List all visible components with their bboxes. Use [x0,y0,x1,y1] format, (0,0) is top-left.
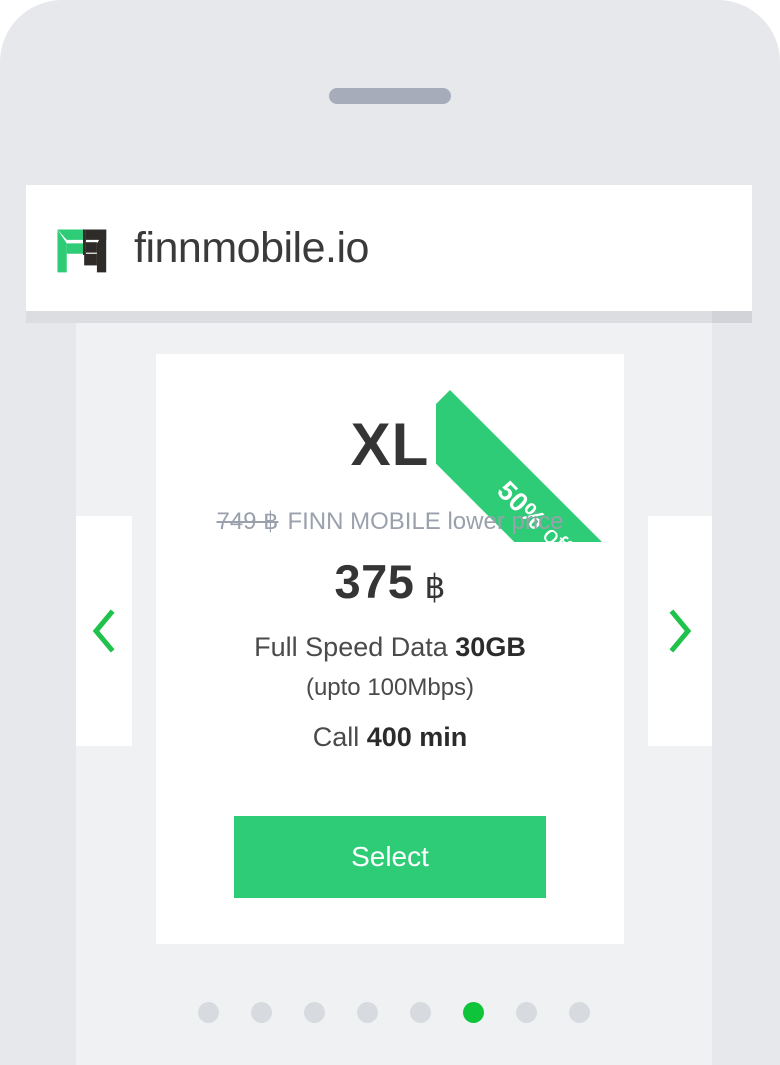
pagination-dot[interactable] [569,1002,590,1023]
plan-title: XL [350,411,430,478]
pagination-dot-active[interactable] [463,1002,484,1023]
data-allowance-value: 30GB [455,632,526,662]
site-header: finnmobile.io [26,185,752,311]
call-allowance-value: 400 min [366,722,468,752]
pagination-dot[interactable] [410,1002,431,1023]
price-comparison-row: 749 ฿ FINN MOBILE lower price [156,507,624,536]
brand-name-text: finnmobile.io [134,223,369,272]
pagination-dot[interactable] [251,1002,272,1023]
select-plan-button[interactable]: Select [234,816,546,898]
chevron-right-icon [669,609,692,653]
header-divider-band [26,311,752,323]
finnmobile-logo-icon [57,229,107,273]
call-allowance-label: Call [312,722,367,752]
current-price-amount: 375 [334,555,415,608]
chevron-left-icon [92,609,115,653]
pagination-dot[interactable] [516,1002,537,1023]
data-allowance-label: Full Speed Data [254,632,456,662]
price-comparison-label: FINN MOBILE lower price [287,508,564,535]
brand-logo-link[interactable]: finnmobile.io [54,219,369,277]
call-allowance-line: Call 400 min [156,722,624,753]
carousel-prev-button[interactable] [76,516,132,746]
carousel-viewport: 50% off XL 749 ฿ FINN MOBILE lower price … [76,323,712,1065]
currency-symbol: ฿ [424,568,446,605]
carousel-pagination [76,1002,712,1023]
data-allowance-line: Full Speed Data 30GB [156,632,624,663]
pagination-dot[interactable] [198,1002,219,1023]
speaker-grille-icon [329,88,451,104]
data-speed-note: (upto 100Mbps) [305,674,475,701]
original-price: 749 ฿ [216,508,279,535]
pagination-dot[interactable] [357,1002,378,1023]
header-divider-band-right [712,311,752,323]
current-price-row: 375 ฿ [156,554,624,609]
carousel-next-button[interactable] [648,516,712,746]
pagination-dot[interactable] [304,1002,325,1023]
plan-card: 50% off XL 749 ฿ FINN MOBILE lower price … [156,354,624,944]
